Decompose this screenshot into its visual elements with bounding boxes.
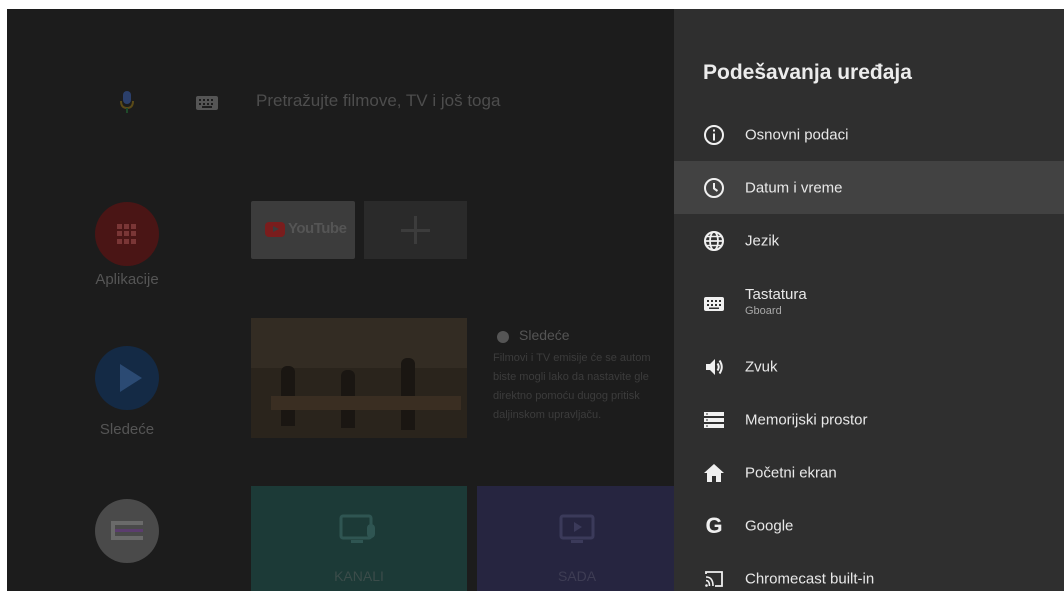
cast-icon (703, 568, 725, 590)
play-icon (120, 364, 142, 392)
menu-item-chromecast[interactable]: Chromecast built-in (674, 552, 1064, 591)
volume-icon (703, 356, 725, 378)
menu-item-osnovni-podaci[interactable]: Osnovni podaci (674, 108, 1064, 161)
youtube-logo-icon (265, 222, 285, 237)
tv-play-icon (559, 514, 595, 543)
menu-item-tastatura[interactable]: Tastatura Gboard (674, 267, 1064, 340)
kanali-label: KANALI (334, 568, 384, 584)
play-next-button[interactable] (95, 346, 159, 410)
menu-item-google[interactable]: G Google (674, 499, 1064, 552)
menu-item-label: Zvuk (745, 358, 778, 375)
menu-item-zvuk[interactable]: Zvuk (674, 340, 1064, 393)
menu-item-label: Osnovni podaci (745, 126, 849, 143)
keyboard-icon[interactable] (196, 96, 218, 110)
menu-item-memorijski-prostor[interactable]: Memorijski prostor (674, 393, 1064, 446)
menu-item-label: Memorijski prostor (745, 411, 868, 428)
clock-icon (703, 177, 725, 199)
apps-button[interactable] (95, 202, 159, 266)
tv-mic-icon (339, 514, 375, 543)
home-screen: Pretražujte filmove, TV i još toga Aplik… (7, 9, 677, 591)
sada-tile[interactable]: SADA (477, 486, 677, 591)
menu-item-label: Jezik (745, 232, 780, 249)
add-app-tile[interactable] (364, 201, 467, 259)
kanali-tile[interactable]: KANALI (251, 486, 467, 591)
menu-item-pocetni-ekran[interactable]: Početni ekran (674, 446, 1064, 499)
apps-grid-icon (117, 224, 137, 244)
menu-item-label: Chromecast built-in (745, 570, 875, 587)
menu-item-sublabel: Gboard (745, 305, 782, 317)
menu-item-label: Datum i vreme (745, 179, 843, 196)
apps-label: Aplikacije (95, 271, 159, 288)
microphone-icon[interactable] (120, 91, 134, 113)
youtube-label: YouTube (288, 220, 347, 237)
search-input[interactable]: Pretražujte filmove, TV i još toga (256, 91, 500, 111)
tv-screen: Pretražujte filmove, TV i još toga Aplik… (7, 9, 1064, 591)
menu-item-label: Google (745, 517, 794, 534)
google-icon: G (705, 512, 723, 538)
play-next-description: Filmovi i TV emisije će se autom biste m… (493, 352, 651, 421)
info-icon (703, 124, 725, 146)
panel-title: Podešavanja uređaja (703, 61, 912, 84)
play-next-small-icon (497, 331, 509, 343)
menu-item-jezik[interactable]: Jezik (674, 214, 1064, 267)
storage-icon (703, 409, 725, 431)
settings-menu: Osnovni podaci Datum i vreme Jezik Tasta… (674, 108, 1064, 591)
globe-icon (703, 230, 725, 252)
youtube-tile[interactable]: YouTube (251, 201, 355, 259)
menu-item-label: Početni ekran (745, 464, 837, 481)
device-settings-panel: Podešavanja uređaja Osnovni podaci Datum… (674, 9, 1064, 591)
menu-item-datum-i-vreme[interactable]: Datum i vreme (674, 161, 1064, 214)
live-channels-icon (111, 521, 143, 540)
menu-item-label: Tastatura (745, 286, 807, 303)
home-icon (703, 462, 725, 484)
play-next-label: Sledeće (99, 421, 155, 438)
keyboard-icon (703, 293, 725, 315)
live-channels-button[interactable] (95, 499, 159, 563)
sada-label: SADA (557, 568, 597, 584)
play-next-thumbnail[interactable] (251, 318, 467, 438)
play-next-title: Sledeće (519, 327, 570, 343)
